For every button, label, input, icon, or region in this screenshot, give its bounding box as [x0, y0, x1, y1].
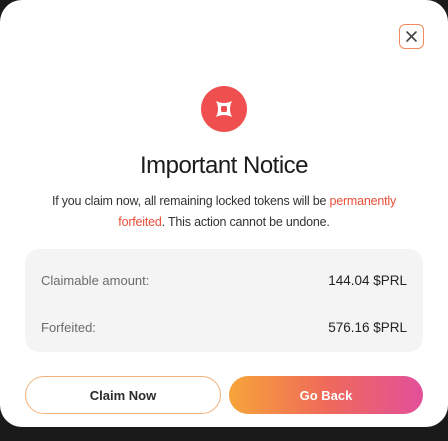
forfeited-row: Forfeited: 576.16 $PRL	[41, 317, 407, 337]
claimable-label: Claimable amount:	[41, 272, 150, 288]
close-button[interactable]	[399, 24, 424, 49]
details-panel: Claimable amount: 144.04 $PRL Forfeited:…	[25, 249, 423, 352]
dialog-title: Important Notice	[139, 152, 309, 179]
forfeited-label: Forfeited:	[41, 319, 96, 335]
message-text-end: . This action cannot be undone.	[161, 215, 330, 229]
go-back-button[interactable]: Go Back	[229, 376, 423, 414]
close-icon	[406, 31, 417, 42]
alert-octagon-icon	[216, 101, 232, 117]
forfeited-value: 576.16 $PRL	[328, 319, 407, 335]
message-text: If you claim now, all remaining locked t…	[51, 194, 330, 208]
claimable-value: 144.04 $PRL	[328, 272, 407, 288]
claimable-row: Claimable amount: 144.04 $PRL	[41, 270, 407, 290]
dialog-message: If you claim now, all remaining locked t…	[30, 191, 418, 233]
claim-now-button[interactable]: Claim Now	[25, 376, 221, 414]
alert-icon	[201, 86, 247, 132]
notice-dialog: Important Notice If you claim now, all r…	[0, 0, 448, 427]
